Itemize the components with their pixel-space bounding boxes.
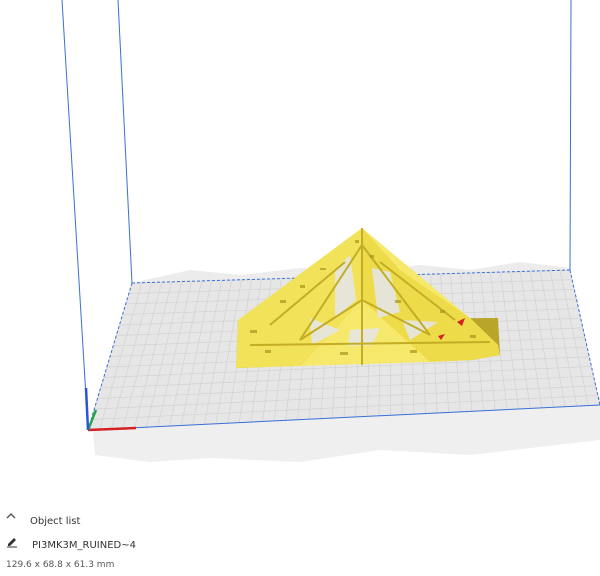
frame-back-left-vertical — [117, 0, 133, 284]
object-list-label: Object list — [30, 515, 81, 527]
frame-right-vertical — [569, 0, 572, 271]
pencil-icon — [6, 538, 20, 552]
build-volume-scene — [61, 0, 600, 462]
3d-viewport[interactable]: Object list PI3MK3M_RUINED~4 129.6 x 68.… — [0, 0, 600, 576]
object-name: PI3MK3M_RUINED~4 — [32, 539, 136, 551]
chevron-up-icon — [6, 513, 20, 528]
frame-left-vertical — [61, 0, 89, 431]
object-list-item[interactable]: PI3MK3M_RUINED~4 — [6, 536, 136, 554]
object-dimensions: 129.6 x 68.8 x 61.3 mm — [6, 560, 115, 570]
object-list-toggle[interactable]: Object list — [6, 512, 80, 530]
axis-z-icon — [84, 387, 90, 431]
